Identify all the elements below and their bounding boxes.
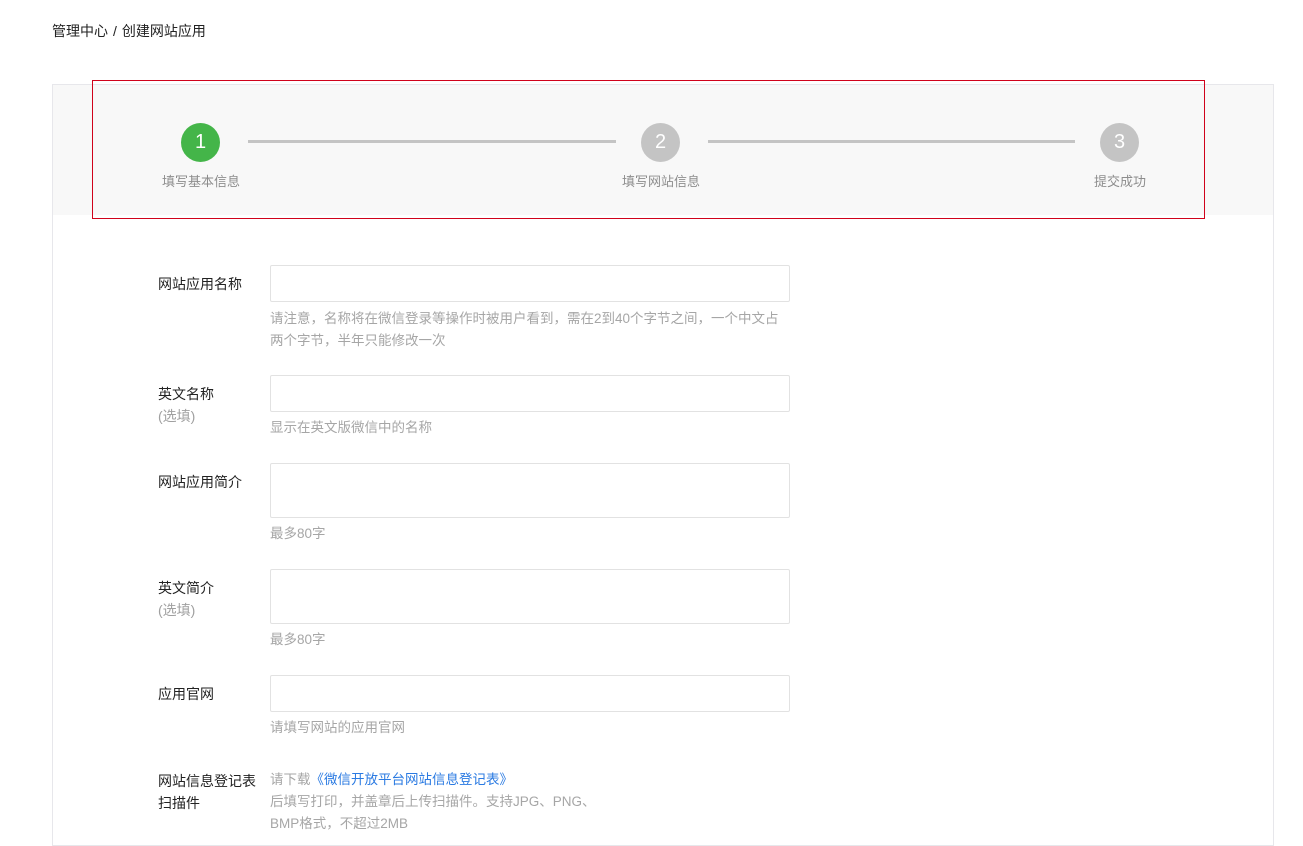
english-intro-label: 英文简介 (选填) <box>158 577 214 621</box>
step-3-circle: 3 <box>1100 123 1139 162</box>
step-2-label: 填写网站信息 <box>621 174 700 189</box>
registration-form-upload-note: 后填写打印，并盖章后上传扫描件。支持JPG、PNG、BMP格式，不超过2MB <box>270 794 596 831</box>
english-intro-textarea[interactable] <box>270 569 790 624</box>
breadcrumb-current: 创建网站应用 <box>121 23 206 39</box>
breadcrumb-separator: / <box>113 23 117 39</box>
step-connector-1 <box>248 140 616 143</box>
app-name-label: 网站应用名称 <box>158 273 242 295</box>
breadcrumb: 管理中心 / 创建网站应用 <box>52 21 206 41</box>
english-intro-label-text: 英文简介 <box>158 580 214 596</box>
app-name-label-text: 网站应用名称 <box>158 276 242 292</box>
step-2-circle: 2 <box>641 123 680 162</box>
step-3-label: 提交成功 <box>1093 174 1146 189</box>
app-intro-textarea[interactable] <box>270 463 790 518</box>
english-name-label-text: 英文名称 <box>158 386 214 402</box>
app-intro-label-text: 网站应用简介 <box>158 474 242 490</box>
registration-form-label: 网站信息登记表扫描件 <box>158 770 263 814</box>
english-name-hint: 显示在英文版微信中的名称 <box>270 420 432 435</box>
app-intro-label: 网站应用简介 <box>158 471 242 493</box>
step-connector-2 <box>708 140 1075 143</box>
app-website-hint: 请填写网站的应用官网 <box>270 720 405 735</box>
breadcrumb-root-link[interactable]: 管理中心 <box>52 23 108 39</box>
english-name-input[interactable] <box>270 375 790 412</box>
app-website-label: 应用官网 <box>158 683 214 705</box>
registration-form-download-link[interactable]: 《微信开放平台网站信息登记表》 <box>311 772 514 787</box>
english-name-label: 英文名称 (选填) <box>158 383 214 427</box>
registration-download-lead: 请下载 <box>270 772 311 787</box>
app-intro-hint: 最多80字 <box>270 526 326 541</box>
app-website-input[interactable] <box>270 675 790 712</box>
registration-form-note: 请下载《微信开放平台网站信息登记表》 后填写打印，并盖章后上传扫描件。支持JPG… <box>270 769 610 835</box>
app-name-hint: 请注意，名称将在微信登录等操作时被用户看到，需在2到40个字节之间，一个中文占两… <box>270 311 779 348</box>
registration-form-label-text: 网站信息登记表扫描件 <box>158 773 256 811</box>
step-1-circle: 1 <box>181 123 220 162</box>
step-1-label: 填写基本信息 <box>161 174 240 189</box>
english-name-optional-tag: (选填) <box>158 408 196 424</box>
app-website-label-text: 应用官网 <box>158 686 214 702</box>
english-intro-hint: 最多80字 <box>270 632 326 647</box>
app-name-input[interactable] <box>270 265 790 302</box>
english-intro-optional-tag: (选填) <box>158 602 196 618</box>
